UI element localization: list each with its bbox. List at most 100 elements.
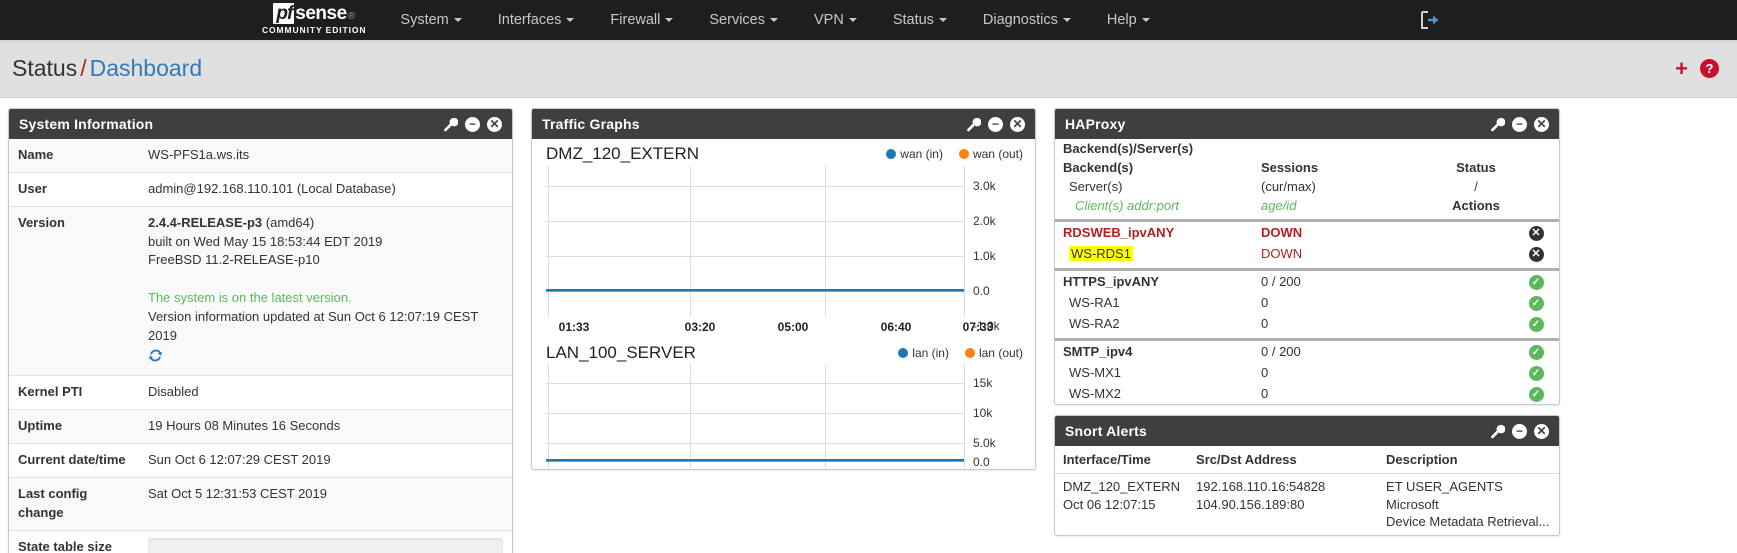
haproxy-table: Backend(s)/Server(s) Backend(s) Sessions… bbox=[1055, 139, 1559, 404]
check-icon[interactable]: ✓ bbox=[1528, 387, 1544, 402]
row-value-name: WS-PFS1a.ws.its bbox=[148, 147, 250, 162]
row-value-kernel-pti: Disabled bbox=[139, 375, 512, 410]
wrench-icon[interactable] bbox=[1490, 424, 1505, 439]
haproxy-server-name[interactable]: WS-MX1 bbox=[1055, 362, 1253, 383]
check-icon[interactable]: ✓ bbox=[1528, 275, 1544, 290]
nav-item-services[interactable]: Services bbox=[691, 6, 796, 34]
haproxy-backend-name[interactable]: HTTPS_ipvANY bbox=[1055, 270, 1253, 293]
snort-col-interface-time: Interface/Time bbox=[1055, 446, 1189, 474]
minimize-icon[interactable]: − bbox=[465, 116, 480, 132]
close-icon[interactable]: ✕ bbox=[1534, 116, 1549, 132]
help-icon[interactable]: ? bbox=[1700, 59, 1719, 78]
panel-title-system-information: System Information bbox=[19, 116, 154, 132]
minimize-icon[interactable]: − bbox=[1512, 116, 1527, 132]
haproxy-col-slash: / bbox=[1474, 179, 1478, 194]
traffic-graph-dmz: DMZ_120_EXTERN wan (in) wan (out) 3.0k 2… bbox=[532, 139, 1035, 338]
wrench-icon[interactable] bbox=[443, 117, 458, 132]
haproxy-server-name[interactable]: WS-RA1 bbox=[1055, 292, 1253, 313]
close-icon[interactable]: ✕ bbox=[1528, 226, 1544, 241]
y-tick: 3.0k bbox=[973, 179, 996, 193]
table-row: Version 2.4.4-RELEASE-p3 (amd64) built o… bbox=[9, 205, 512, 376]
row-value-last-config-change: Sat Oct 5 12:31:53 CEST 2019 bbox=[139, 476, 512, 531]
brand-logo-row: pf sense ® bbox=[273, 3, 355, 24]
add-widget-icon[interactable]: + bbox=[1675, 57, 1688, 80]
haproxy-backend-sessions: 0 / 200 bbox=[1261, 344, 1301, 359]
haproxy-server-action[interactable]: ✕ bbox=[1513, 243, 1559, 264]
check-icon[interactable]: ✓ bbox=[1528, 296, 1544, 311]
nav-label-vpn: VPN bbox=[813, 12, 844, 28]
haproxy-backend-action[interactable]: ✓ bbox=[1513, 270, 1559, 293]
close-icon[interactable]: ✕ bbox=[1010, 116, 1025, 132]
plot-area bbox=[546, 365, 965, 469]
nav-item-diagnostics[interactable]: Diagnostics bbox=[965, 6, 1089, 34]
nav-item-system[interactable]: System bbox=[382, 6, 479, 34]
y-tick: 1.0k bbox=[973, 249, 996, 263]
haproxy-server-action[interactable]: ✓ bbox=[1513, 362, 1559, 383]
pfsense-logo[interactable]: pf sense ® COMMUNITY EDITION bbox=[262, 3, 366, 37]
nav-item-vpn[interactable]: VPN bbox=[796, 6, 875, 34]
haproxy-col-servers: Server(s) bbox=[1069, 179, 1123, 194]
haproxy-backend-name[interactable]: SMTP_ipv4 bbox=[1055, 340, 1253, 363]
haproxy-backend-action[interactable]: ✕ bbox=[1513, 221, 1559, 244]
haproxy-header: HAProxy − ✕ bbox=[1055, 109, 1559, 139]
breadcrumb-parent[interactable]: Status bbox=[12, 55, 77, 81]
haproxy-body: Backend(s)/Server(s) Backend(s) Sessions… bbox=[1055, 139, 1559, 404]
wrench-icon[interactable] bbox=[1490, 117, 1505, 132]
haproxy-header-row-1: Backend(s)/Server(s) bbox=[1055, 139, 1559, 158]
y-tick: 0.0 bbox=[973, 455, 990, 469]
logout-button[interactable] bbox=[1419, 10, 1441, 33]
y-tick: 0.0 bbox=[973, 284, 990, 298]
nav-item-help[interactable]: Help bbox=[1089, 6, 1168, 34]
check-icon[interactable]: ✓ bbox=[1528, 345, 1544, 360]
haproxy-server-name[interactable]: WS-RA2 bbox=[1055, 313, 1253, 334]
nav-label-status: Status bbox=[892, 12, 934, 28]
nav-item-status[interactable]: Status bbox=[875, 6, 965, 34]
legend-item-wan-out[interactable]: wan (out) bbox=[958, 147, 1023, 161]
close-icon[interactable]: ✕ bbox=[487, 116, 502, 132]
haproxy-server-sessions: 0 bbox=[1261, 365, 1269, 380]
haproxy-server-blank bbox=[1393, 313, 1513, 334]
chevron-down-icon bbox=[1141, 18, 1150, 23]
series-wan-in-path bbox=[546, 289, 964, 291]
traffic-graph-dmz-plot[interactable]: 3.0k 2.0k 1.0k 0.0 -1.0k 01:33 03:20 05:… bbox=[546, 166, 1027, 338]
version-arch: (amd64) bbox=[265, 214, 315, 230]
wrench-icon[interactable] bbox=[966, 117, 981, 132]
haproxy-server-name[interactable]: WS-RDS1 bbox=[1055, 243, 1253, 264]
version-updated-message: Version information updated at Sun Oct 6… bbox=[148, 308, 479, 343]
haproxy-backend-action[interactable]: ✓ bbox=[1513, 340, 1559, 363]
refresh-icon[interactable] bbox=[148, 348, 163, 366]
minimize-icon[interactable]: − bbox=[988, 116, 1003, 132]
haproxy-backend-name[interactable]: RDSWEB_ipvANY bbox=[1055, 221, 1253, 244]
legend-item-lan-out[interactable]: lan (out) bbox=[964, 346, 1023, 360]
check-icon[interactable]: ✓ bbox=[1528, 317, 1544, 332]
breadcrumb-current[interactable]: Dashboard bbox=[90, 55, 203, 81]
legend-dot-icon bbox=[886, 149, 897, 159]
haproxy-server-status: DOWN bbox=[1261, 246, 1303, 261]
haproxy-backend-status bbox=[1393, 221, 1513, 244]
close-icon[interactable]: ✕ bbox=[1534, 423, 1549, 439]
haproxy-server-action[interactable]: ✓ bbox=[1513, 292, 1559, 313]
haproxy-header-row-2: Backend(s) Sessions Status bbox=[1055, 158, 1559, 177]
close-icon[interactable]: ✕ bbox=[1528, 247, 1544, 262]
legend-item-lan-in[interactable]: lan (in) bbox=[898, 346, 949, 360]
breadcrumb-actions: + ? bbox=[1675, 57, 1719, 80]
haproxy-server-action[interactable]: ✓ bbox=[1513, 383, 1559, 404]
haproxy-server-name[interactable]: WS-MX2 bbox=[1055, 383, 1253, 404]
brand-pf-mark: pf bbox=[273, 3, 295, 24]
check-icon[interactable]: ✓ bbox=[1528, 366, 1544, 381]
nav-item-interfaces[interactable]: Interfaces bbox=[480, 6, 593, 34]
x-tick: 05:00 bbox=[777, 320, 809, 334]
breadcrumb-separator: / bbox=[80, 55, 87, 81]
minimize-icon[interactable]: − bbox=[1512, 423, 1527, 439]
table-row: WS-MX2 0 ✓ bbox=[1055, 383, 1559, 404]
legend-dot-icon bbox=[964, 348, 975, 358]
legend-item-wan-in[interactable]: wan (in) bbox=[886, 147, 943, 161]
snort-col-description: Description bbox=[1378, 446, 1559, 474]
traffic-graph-lan-plot[interactable]: 15k 10k 5.0k 0.0 bbox=[546, 365, 1027, 469]
nav-item-firewall[interactable]: Firewall bbox=[592, 6, 691, 34]
traffic-graph-lan-head: LAN_100_SERVER lan (in) lan (out) bbox=[540, 341, 1027, 365]
haproxy-col-sessions: Sessions bbox=[1261, 160, 1319, 175]
snort-dst-address: 104.90.156.189:80 bbox=[1196, 496, 1305, 512]
snort-alerts-table: Interface/Time Src/Dst Address Descripti… bbox=[1055, 446, 1559, 535]
haproxy-server-action[interactable]: ✓ bbox=[1513, 313, 1559, 334]
